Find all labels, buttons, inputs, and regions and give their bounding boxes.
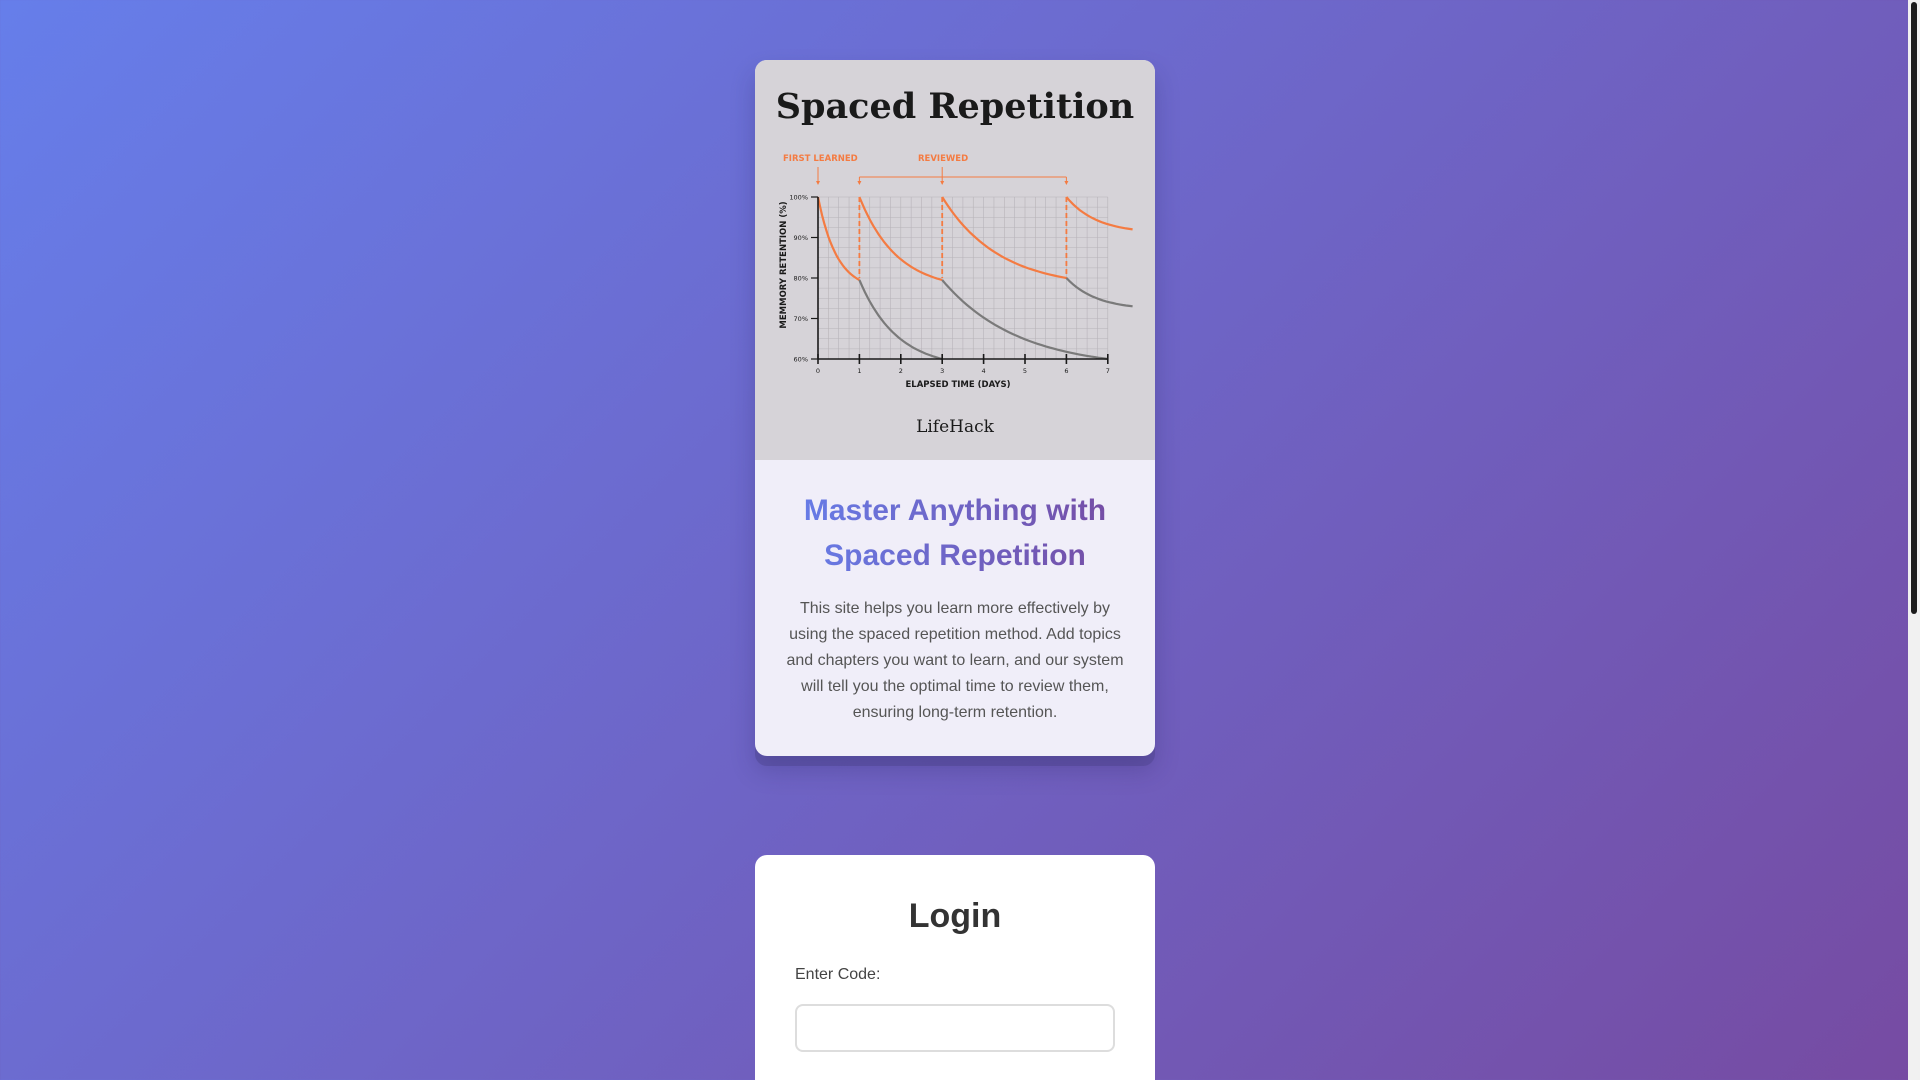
vertical-scrollbar[interactable] bbox=[1908, 0, 1920, 1080]
arrow-head bbox=[857, 181, 862, 185]
y-tick-label: 70% bbox=[794, 315, 808, 323]
forgetting-curve-3 bbox=[1065, 277, 1133, 308]
x-tick-label: 7 bbox=[1106, 367, 1110, 375]
spaced-repetition-illustration: Spaced Repetition FIRST LEARNED REVIEWED… bbox=[755, 60, 1155, 460]
y-tick-label: 100% bbox=[789, 194, 808, 202]
code-label: Enter Code: bbox=[795, 966, 881, 983]
first-learned-label: FIRST LEARNED bbox=[783, 154, 858, 164]
x-tick-label: 0 bbox=[816, 367, 820, 375]
arrow-head bbox=[1064, 181, 1069, 185]
code-input[interactable] bbox=[795, 1004, 1115, 1052]
y-axis-label: MEMMORY RETENTION (%) bbox=[779, 201, 789, 328]
x-tick-label: 1 bbox=[857, 367, 861, 375]
x-tick-label: 2 bbox=[899, 367, 903, 375]
retention-graphic: Spaced Repetition FIRST LEARNED REVIEWED… bbox=[776, 86, 1134, 437]
login-title: Login bbox=[908, 897, 1002, 935]
hero-description: This site helps you learn more effective… bbox=[786, 600, 1124, 721]
info-body: Master Anything with Spaced Repetition T… bbox=[755, 460, 1155, 756]
y-tick-label: 80% bbox=[794, 275, 808, 283]
page: Spaced Repetition FIRST LEARNED REVIEWED… bbox=[0, 0, 1908, 1080]
arrow-head bbox=[816, 181, 820, 185]
illustration-title: Spaced Repetition bbox=[776, 86, 1134, 127]
info-card: Spaced Repetition FIRST LEARNED REVIEWED… bbox=[755, 60, 1155, 756]
x-tick-label: 5 bbox=[1023, 367, 1027, 375]
arrow-head bbox=[940, 181, 945, 185]
login-card: Login Enter Code: bbox=[755, 855, 1155, 1080]
x-tick-label: 6 bbox=[1064, 367, 1068, 375]
x-axis-label: ELAPSED TIME (DAYS) bbox=[905, 380, 1010, 390]
lifehack-logo: LifeHack bbox=[916, 417, 995, 437]
scrollbar-thumb[interactable] bbox=[1911, 2, 1917, 614]
y-tick-label: 60% bbox=[794, 356, 808, 364]
y-tick-labels: 100% 90% 80% 70% 60% bbox=[789, 194, 818, 364]
x-tick-label: 4 bbox=[982, 367, 986, 375]
hero-heading: Master Anything with Spaced Repetition bbox=[785, 488, 1125, 578]
retention-curve-review-3 bbox=[1065, 196, 1133, 231]
x-tick-label: 3 bbox=[940, 367, 944, 375]
reviewed-label: REVIEWED bbox=[918, 154, 968, 164]
y-tick-label: 90% bbox=[794, 234, 808, 242]
x-tick-labels: 0 1 2 3 4 5 6 7 bbox=[816, 367, 1110, 375]
review-markers bbox=[816, 167, 1069, 278]
